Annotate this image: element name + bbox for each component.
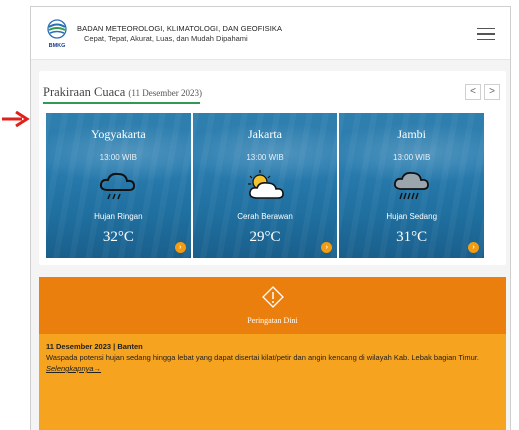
weather-condition: Hujan Ringan [94,212,143,221]
prev-button[interactable]: < [465,84,481,100]
early-warning-section: Peringatan Dini 11 Desember 2023 | Bante… [39,277,506,430]
warning-text: Waspada potensi hujan sedang hingga leba… [46,353,479,362]
temperature: 31°C [396,229,428,245]
forecast-time: 13:00 WIB [99,153,138,162]
forecast-card-jakarta[interactable]: Jakarta 13:00 WIB Cerah Berawan 29°C › [192,113,338,258]
city-name: Yogyakarta [90,127,146,141]
temperature: 32°C [102,229,134,245]
forecast-title: Prakiraan Cuaca (11 Desember 2023) [43,85,203,99]
warning-date-region: 11 Desember 2023 | Banten [46,342,143,351]
moderate-rain-icon [393,171,429,200]
forecast-date: (11 Desember 2023) [128,88,203,98]
org-name: BADAN METEOROLOGI, KLIMATOLOGI, DAN GEOF… [77,24,283,33]
forecast-section: Prakiraan Cuaca (11 Desember 2023) < > Y… [39,71,506,265]
temperature: 29°C [249,229,281,245]
carousel-nav: < > [462,84,500,100]
svg-text:BMKG: BMKG [49,43,66,49]
forecast-card-jambi[interactable]: Jambi 13:00 WIB Hujan Sedang 31°C › [339,113,485,258]
warning-diamond-icon [261,286,284,308]
tagline: Cepat, Tepat, Akurat, Luas, dan Mudah Di… [84,34,248,43]
browser-page: BMKG BADAN METEOROLOGI, KLIMATOLOGI, DAN… [30,6,511,430]
forecast-cards: Yogyakarta 13:00 WIB Hujan Ringan 32°C ›… [46,113,486,258]
bmkg-logo[interactable]: BMKG [46,19,68,49]
more-details-button[interactable]: › [468,242,480,253]
forecast-card-yogyakarta[interactable]: Yogyakarta 13:00 WIB Hujan Ringan 32°C › [46,113,191,258]
weather-condition: Cerah Berawan [237,212,293,221]
site-header: BMKG BADAN METEOROLOGI, KLIMATOLOGI, DAN… [31,7,510,60]
light-rain-icon [100,172,136,200]
next-button[interactable]: > [484,84,500,100]
forecast-time: 13:00 WIB [393,153,431,162]
title-underline [43,102,200,104]
city-name: Jakarta [248,127,282,141]
warning-body: 11 Desember 2023 | Banten Waspada potens… [46,341,498,374]
city-name: Jambi [397,127,427,141]
read-more-link[interactable]: Selengkapnya→ [46,364,101,373]
red-arrow-icon [2,111,30,127]
forecast-time: 13:00 WIB [246,153,284,162]
warning-header: Peringatan Dini [39,277,506,334]
more-details-button[interactable]: › [174,242,186,253]
more-details-button[interactable]: › [321,242,333,253]
hamburger-menu-icon[interactable] [477,28,495,40]
partly-cloudy-icon [248,170,284,199]
weather-condition: Hujan Sedang [386,212,438,221]
warning-label: Peringatan Dini [247,316,298,325]
